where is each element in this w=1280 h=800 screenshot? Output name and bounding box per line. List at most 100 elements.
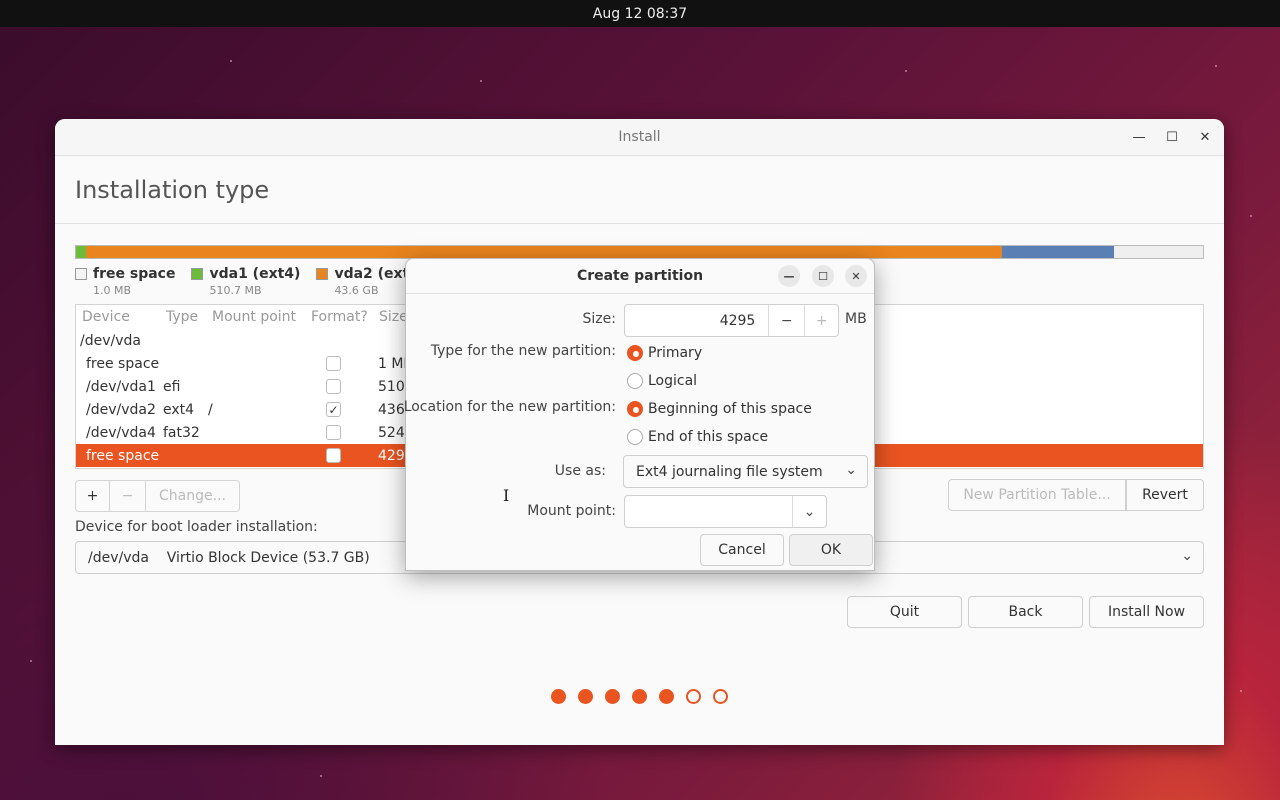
legend-size: 510.7 MB xyxy=(209,284,262,297)
minimize-icon[interactable]: — xyxy=(778,265,800,287)
wallpaper-star xyxy=(1240,690,1242,692)
progress-dot-done xyxy=(578,689,593,704)
progress-dot-done xyxy=(632,689,647,704)
clock[interactable]: Aug 12 08:37 xyxy=(593,6,687,22)
column-header-device[interactable]: Device xyxy=(82,309,166,325)
row-size: 4294 xyxy=(378,447,406,464)
remove-partition-button[interactable]: − xyxy=(110,480,146,512)
wallpaper-star xyxy=(230,60,232,62)
format-checkbox[interactable] xyxy=(326,448,341,463)
size-label: Size: xyxy=(582,311,616,327)
wallpaper-star xyxy=(1250,215,1252,217)
boot-loader-value: /dev/vda Virtio Block Device (53.7 GB) xyxy=(88,549,370,566)
use-as-select[interactable]: Ext4 journaling file system ⌄ xyxy=(623,455,868,488)
partition-bar-free xyxy=(1114,246,1203,258)
radio-end[interactable]: End of this space xyxy=(627,429,768,445)
column-header-type[interactable]: Type xyxy=(166,309,212,325)
location-label: Location for the new partition: xyxy=(403,399,616,415)
mount-point-combo: ⌄ xyxy=(624,495,827,528)
mount-point-input[interactable] xyxy=(625,496,792,527)
page-title: Installation type xyxy=(55,156,1224,224)
radio-selected xyxy=(627,401,643,417)
row-size: 4361 xyxy=(378,401,406,418)
legend-item-free: free space 1.0 MB xyxy=(75,266,175,297)
format-checkbox-checked[interactable]: ✓ xyxy=(326,402,341,417)
radio-primary[interactable]: Primary xyxy=(627,345,702,361)
new-partition-table-button[interactable]: New Partition Table... xyxy=(948,479,1126,511)
legend-item-vda1: vda1 (ext4) 510.7 MB xyxy=(191,266,300,297)
chevron-down-icon: ⌄ xyxy=(845,462,857,478)
text-cursor-icon: I xyxy=(503,486,510,505)
dialog-titlebar[interactable]: Create partition — ☐ ✕ xyxy=(406,259,874,294)
radio-unselected xyxy=(627,373,643,389)
wallpaper-star xyxy=(905,70,907,72)
radio-beginning[interactable]: Beginning of this space xyxy=(627,401,812,417)
radio-unselected xyxy=(627,429,643,445)
column-header-format[interactable]: Format? xyxy=(311,309,379,325)
legend-swatch xyxy=(191,268,204,280)
column-header-mount[interactable]: Mount point xyxy=(212,309,311,325)
close-icon[interactable]: ✕ xyxy=(845,265,867,287)
close-icon[interactable]: ✕ xyxy=(1196,128,1214,146)
format-checkbox[interactable] xyxy=(326,356,341,371)
radio-label: Logical xyxy=(648,373,698,389)
row-type: fat32 xyxy=(163,424,200,441)
radio-label: Primary xyxy=(648,345,703,361)
use-as-value: Ext4 journaling file system xyxy=(636,463,823,480)
row-device: /dev/vda2 xyxy=(86,401,156,418)
minimize-icon[interactable]: — xyxy=(1130,128,1148,146)
create-partition-dialog: Create partition — ☐ ✕ Size: 4295 − + MB… xyxy=(403,258,875,571)
radio-label: Beginning of this space xyxy=(648,401,812,417)
top-bar: Aug 12 08:37 xyxy=(0,0,1280,27)
boot-loader-label: Device for boot loader installation: xyxy=(75,519,318,535)
row-device: free space xyxy=(86,355,160,372)
format-checkbox[interactable] xyxy=(326,425,341,440)
radio-label: End of this space xyxy=(648,429,769,445)
row-device: /dev/vda xyxy=(80,332,141,349)
radio-selected xyxy=(627,345,643,361)
dialog-title: Create partition xyxy=(576,268,704,284)
size-decrement-button[interactable]: − xyxy=(768,305,804,336)
legend-size: 1.0 MB xyxy=(93,284,132,297)
window-titlebar[interactable]: Install — ☐ ✕ xyxy=(55,119,1224,156)
row-size: 5242 xyxy=(378,424,406,441)
radio-logical[interactable]: Logical xyxy=(627,373,697,389)
legend-swatch xyxy=(75,268,87,280)
progress-dot-done xyxy=(605,689,620,704)
maximize-icon[interactable]: ☐ xyxy=(1163,128,1181,146)
legend-label: free space xyxy=(93,266,176,282)
legend-swatch xyxy=(316,268,329,280)
row-type: ext4 xyxy=(163,401,195,418)
row-mount: / xyxy=(208,401,213,418)
chevron-down-icon: ⌄ xyxy=(1181,548,1193,564)
format-checkbox[interactable] xyxy=(326,379,341,394)
wallpaper-star xyxy=(1215,65,1217,67)
progress-dot-done xyxy=(551,689,566,704)
ok-button[interactable]: OK xyxy=(789,534,873,566)
size-input[interactable]: 4295 xyxy=(625,313,768,329)
chevron-down-icon[interactable]: ⌄ xyxy=(792,496,826,527)
window-title: Install xyxy=(618,129,661,145)
size-increment-button[interactable]: + xyxy=(804,305,838,336)
revert-button[interactable]: Revert xyxy=(1126,479,1204,511)
size-unit: MB xyxy=(845,311,867,327)
mount-point-label: Mount point: xyxy=(527,503,616,519)
back-button[interactable]: Back xyxy=(968,596,1083,628)
legend-label: vda1 (ext4) xyxy=(209,266,301,282)
add-partition-button[interactable]: + xyxy=(75,480,110,512)
progress-dot-done xyxy=(659,689,674,704)
maximize-icon[interactable]: ☐ xyxy=(812,265,834,287)
install-now-button[interactable]: Install Now xyxy=(1089,596,1204,628)
row-device: free space xyxy=(86,447,160,464)
quit-button[interactable]: Quit xyxy=(847,596,962,628)
partition-legend: free space 1.0 MB vda1 (ext4) 510.7 MB v… xyxy=(75,266,441,297)
change-partition-button[interactable]: Change... xyxy=(146,480,240,512)
progress-dots xyxy=(551,689,740,704)
wallpaper-star xyxy=(320,775,322,777)
progress-dot-pending xyxy=(713,689,728,704)
cancel-button[interactable]: Cancel xyxy=(700,534,784,566)
partition-bar-efi xyxy=(76,246,86,258)
row-type: efi xyxy=(163,378,181,395)
partition-bar xyxy=(75,245,1204,259)
partition-bar-ext4 xyxy=(86,246,1002,258)
